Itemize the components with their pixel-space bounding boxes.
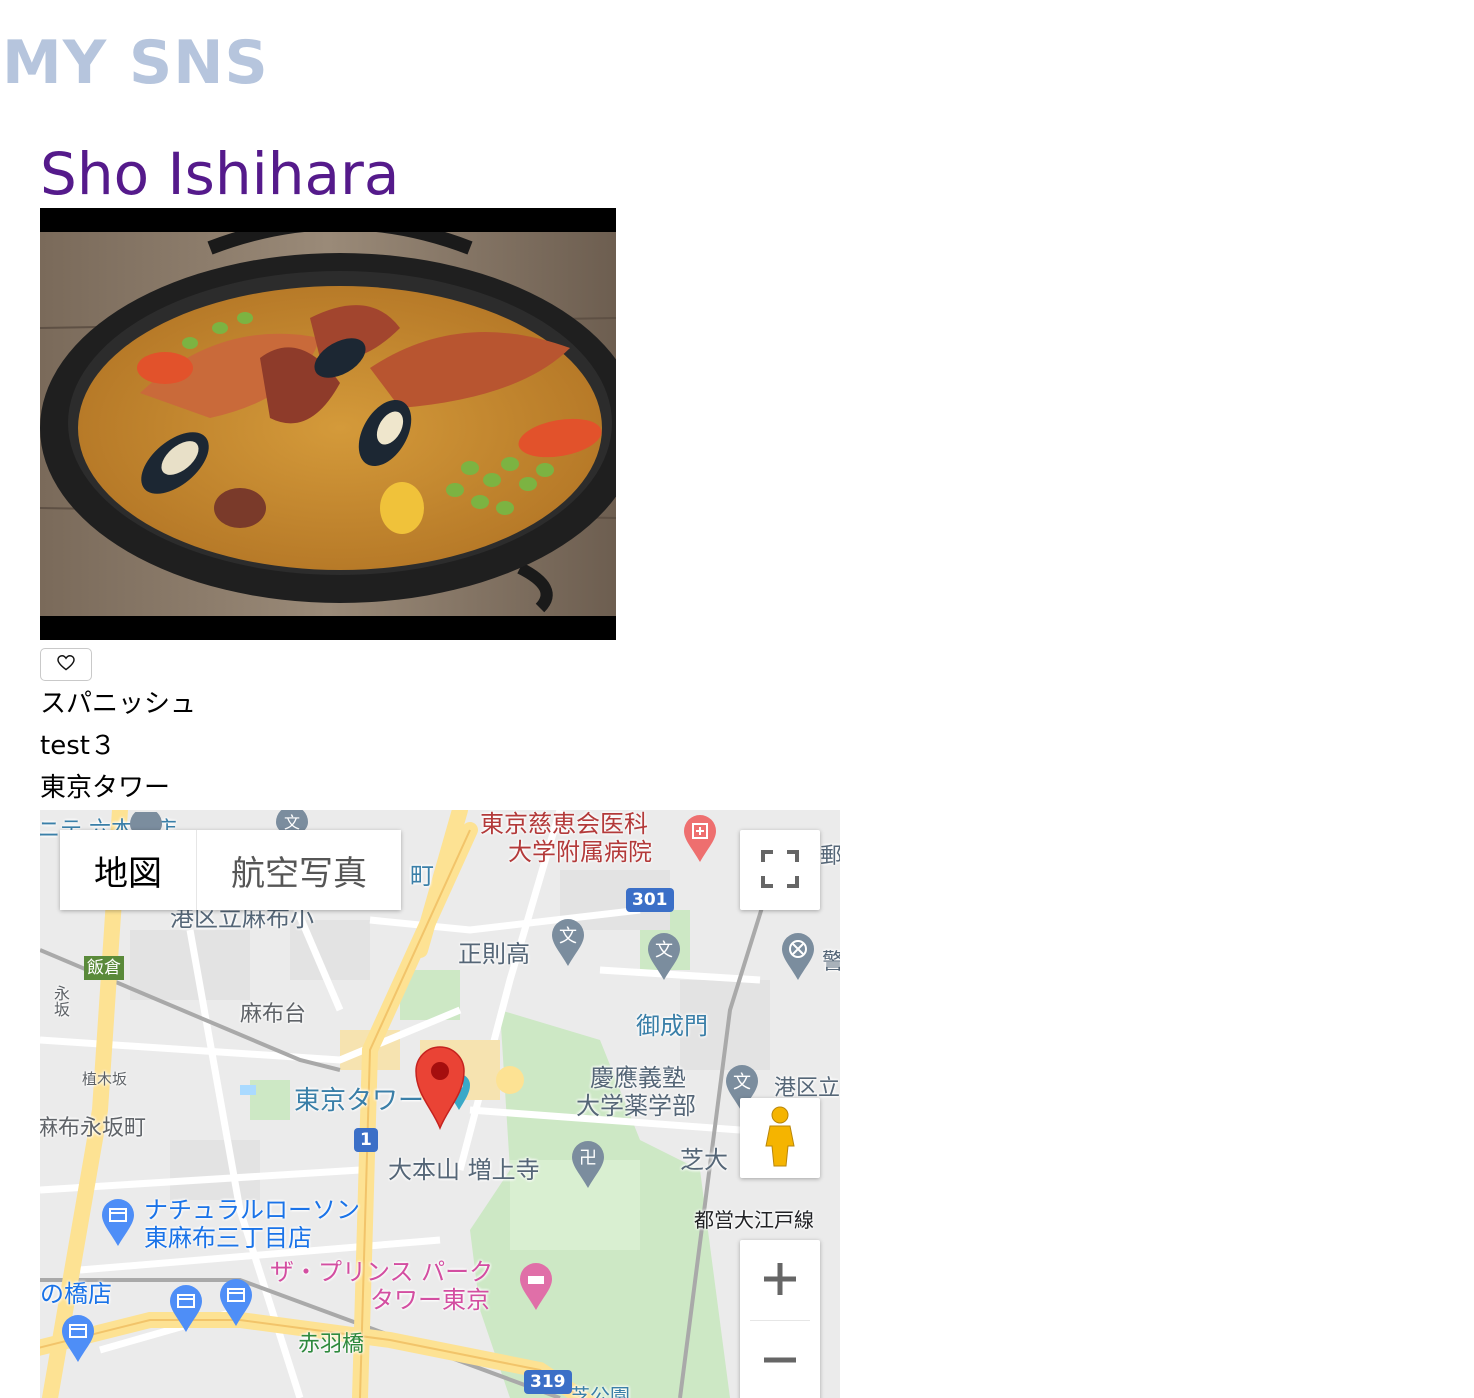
street-view-button[interactable] xyxy=(740,1098,820,1178)
store-pin-icon xyxy=(220,1279,252,1326)
paella-photo xyxy=(40,208,616,640)
map-label-zojoji: 大本山 増上寺 xyxy=(388,1156,540,1184)
like-button[interactable] xyxy=(40,648,92,681)
map-label-azabudai: 麻布台 xyxy=(240,1002,307,1027)
site-brand[interactable]: MY SNS xyxy=(2,28,269,98)
store-pin-icon xyxy=(170,1285,202,1332)
map-label-iikura: 飯倉 xyxy=(84,956,124,980)
map-label-post: 郵 xyxy=(820,844,840,869)
map-label-nohashi: の橋店 xyxy=(40,1280,112,1308)
route-301-shield: 301 xyxy=(626,888,674,912)
zoom-control xyxy=(740,1240,820,1398)
store-pin-icon xyxy=(62,1315,94,1362)
plus-icon xyxy=(762,1261,798,1300)
svg-text:文: 文 xyxy=(655,940,673,961)
map-label-oedo-line: 都営大江戸線 xyxy=(694,1208,814,1232)
store-pin-icon xyxy=(102,1199,134,1246)
map-label-seisoku: 正則高 xyxy=(458,940,530,968)
map-label-akabanebashi: 赤羽橋 xyxy=(298,1332,365,1357)
map-label-jikei-1: 東京慈恵会医科 xyxy=(480,810,648,838)
map-label-tokyo-tower[interactable]: 東京タワー xyxy=(294,1080,424,1117)
school-pin-icon: 文 xyxy=(552,919,584,966)
route-1-shield: 1 xyxy=(354,1128,378,1152)
map-label-uekizaka: 植木坂 xyxy=(82,1070,128,1088)
pegman-icon xyxy=(762,1106,798,1171)
map-label-machi: 町 xyxy=(410,862,434,890)
map-type-roadmap-button[interactable]: 地図 xyxy=(60,830,196,910)
temple-pin-icon: 卍 xyxy=(572,1141,604,1188)
hospital-pin-icon xyxy=(684,815,716,862)
google-map[interactable]: ニテ 六本木店 港区立麻布小 飯倉 永坂 麻布台 植木坂 麻布永坂町 東京タワー… xyxy=(40,810,840,1398)
minus-icon xyxy=(762,1342,798,1381)
map-label-lawson-2: 東麻布三丁目店 xyxy=(144,1224,312,1252)
police-pin-icon xyxy=(782,933,814,980)
map-label-keio-2: 大学薬学部 xyxy=(576,1092,696,1120)
post-place: 東京タワー xyxy=(40,773,171,803)
post-genre: スパニッシュ xyxy=(40,689,197,719)
map-label-prince-2: タワー東京 xyxy=(370,1286,490,1314)
map-label-shibakoen: 芝公園 xyxy=(570,1384,630,1398)
fullscreen-icon xyxy=(761,849,799,891)
map-label-nagasaka: 永坂 xyxy=(51,985,70,1017)
post-author-link[interactable]: Sho Ishihara xyxy=(40,140,399,208)
school-pin-icon: 文 xyxy=(648,933,680,980)
fullscreen-button[interactable] xyxy=(740,830,820,910)
map-label-police: 警 xyxy=(822,950,840,975)
map-label-onarimon: 御成門 xyxy=(636,1012,708,1040)
route-319-shield: 319 xyxy=(524,1370,572,1394)
map-type-satellite-button[interactable]: 航空写真 xyxy=(196,830,401,910)
map-label-lawson-1: ナチュラルローソン xyxy=(144,1196,360,1224)
location-marker-icon[interactable] xyxy=(414,1046,466,1130)
zoom-out-button[interactable] xyxy=(740,1321,820,1398)
post-comment: test３ xyxy=(40,731,116,761)
zoom-in-button[interactable] xyxy=(740,1240,820,1320)
heart-outline-icon xyxy=(57,654,75,674)
svg-text:卍: 卍 xyxy=(579,1148,597,1169)
map-label-shiba: 芝大 xyxy=(680,1146,728,1174)
svg-text:文: 文 xyxy=(733,1072,751,1093)
map-type-control: 地図 航空写真 xyxy=(60,830,401,910)
map-label-azabunagasaka: 麻布永坂町 xyxy=(40,1116,147,1141)
hotel-pin-icon xyxy=(520,1263,552,1310)
svg-text:文: 文 xyxy=(559,926,577,947)
map-label-prince-1: ザ・プリンス パーク xyxy=(270,1258,494,1286)
map-label-jikei-2: 大学附属病院 xyxy=(508,838,652,866)
map-label-keio-1: 慶應義塾 xyxy=(590,1064,686,1092)
